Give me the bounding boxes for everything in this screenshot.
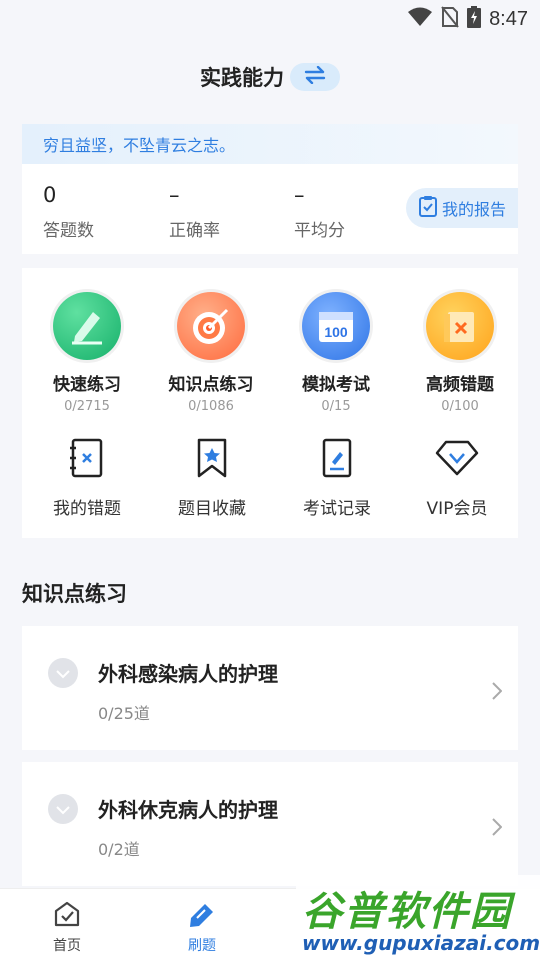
chevron-right-icon — [492, 818, 503, 840]
stats-card: 穷且益坚，不坠青云之志。 0 答题数 – 正确率 – 平均分 我的报告 — [22, 124, 518, 254]
title-row: 实践能力 — [0, 62, 540, 92]
target-icon — [177, 292, 245, 360]
tab-home[interactable]: 首页 — [27, 899, 107, 955]
chevron-down-icon — [56, 664, 70, 683]
my-report-label: 我的报告 — [441, 200, 506, 219]
stat-value: – — [294, 183, 305, 207]
topic-card[interactable]: 外科感染病人的护理 0/25道 — [22, 626, 518, 750]
calendar-100-icon: 100 — [302, 292, 370, 360]
tool-label: 我的错题 — [53, 499, 121, 519]
stat-label: 答题数 — [43, 221, 94, 241]
tab-label: 刷题 — [188, 938, 216, 954]
topic-name: 外科休克病人的护理 — [98, 798, 278, 822]
feature-grid: 快速练习 0/2715 知识点练习 0/1086 100 模拟考试 0/15 高… — [22, 268, 518, 538]
tool-label: 考试记录 — [303, 499, 371, 519]
battery-charging-icon — [467, 6, 482, 32]
status-bar: 8:47 — [0, 0, 540, 36]
no-sim-icon — [441, 6, 459, 32]
chevron-down-icon — [56, 800, 70, 819]
exam-badge-text: 100 — [324, 324, 348, 340]
feature-count: 0/2715 — [64, 399, 110, 414]
stat-label: 正确率 — [169, 221, 220, 241]
status-icons: 8:47 — [407, 6, 528, 32]
topic-card[interactable]: 外科休克病人的护理 0/2道 — [22, 762, 518, 886]
tool-label: VIP会员 — [426, 499, 488, 519]
mistake-book-icon — [32, 436, 142, 480]
topic-name: 外科感染病人的护理 — [98, 662, 278, 686]
exam-records-button[interactable]: 考试记录 — [282, 436, 392, 519]
document-edit-icon — [282, 436, 392, 480]
tool-label: 题目收藏 — [178, 499, 246, 519]
pencil-icon — [53, 292, 121, 360]
feature-count: 0/100 — [441, 399, 479, 414]
clipboard-check-icon — [418, 195, 438, 221]
pen-icon — [162, 899, 242, 929]
wrong-book-icon — [426, 292, 494, 360]
wifi-icon — [407, 7, 433, 31]
page-title: 实践能力 — [200, 66, 284, 90]
stat-average-score: – 平均分 — [294, 182, 345, 241]
feature-label: 高频错题 — [426, 375, 494, 395]
section-title: 知识点练习 — [22, 582, 127, 606]
feature-label: 知识点练习 — [168, 375, 254, 395]
tab-label: 首页 — [53, 938, 81, 954]
stat-answered: 0 答题数 — [43, 182, 94, 241]
question-favorites-button[interactable]: 题目收藏 — [157, 436, 267, 519]
stat-value: – — [169, 183, 180, 207]
my-report-button[interactable]: 我的报告 — [406, 188, 518, 228]
topic-progress: 0/2道 — [98, 840, 140, 859]
expand-toggle[interactable] — [48, 794, 78, 824]
feature-label: 快速练习 — [53, 375, 121, 395]
my-mistakes-button[interactable]: 我的错题 — [32, 436, 142, 519]
feature-label: 模拟考试 — [302, 375, 370, 395]
stat-label: 平均分 — [294, 221, 345, 241]
quick-practice-button[interactable]: 快速练习 0/2715 — [37, 292, 137, 414]
status-time: 8:47 — [489, 7, 528, 30]
watermark-title: 谷普软件园 — [302, 889, 512, 935]
frequent-mistakes-button[interactable]: 高频错题 0/100 — [410, 292, 510, 414]
home-check-icon — [27, 899, 107, 929]
expand-toggle[interactable] — [48, 658, 78, 688]
feature-count: 0/15 — [321, 399, 351, 414]
switch-subject-button[interactable] — [290, 63, 340, 91]
feature-count: 0/1086 — [188, 399, 234, 414]
mock-exam-button[interactable]: 100 模拟考试 0/15 — [286, 292, 386, 414]
motto-text: 穷且益坚，不坠青云之志。 — [22, 124, 518, 164]
topic-progress: 0/25道 — [98, 704, 150, 723]
knowledge-practice-button[interactable]: 知识点练习 0/1086 — [161, 292, 261, 414]
stat-value: 0 — [43, 183, 57, 207]
stat-accuracy: – 正确率 — [169, 182, 220, 241]
diamond-icon — [402, 436, 512, 480]
watermark-url: www.gupuxiazai.com — [302, 931, 540, 955]
bookmark-star-icon — [157, 436, 267, 480]
tab-practice[interactable]: 刷题 — [162, 899, 242, 955]
watermark: 谷普软件园 www.gupuxiazai.com — [296, 875, 540, 960]
swap-arrows-icon — [303, 65, 327, 88]
vip-member-button[interactable]: VIP会员 — [402, 436, 512, 519]
chevron-right-icon — [492, 682, 503, 704]
